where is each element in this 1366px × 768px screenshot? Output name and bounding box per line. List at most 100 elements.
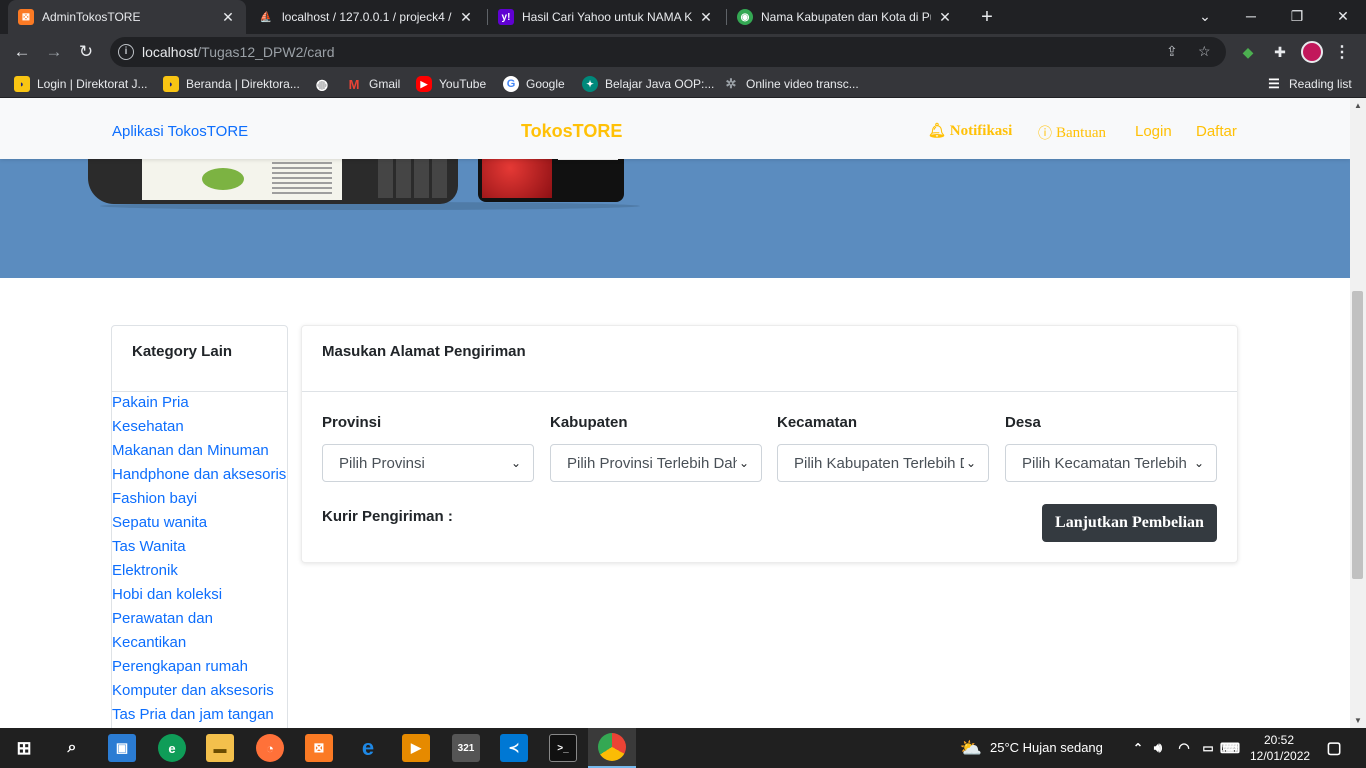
kabupaten-label: Kabupaten [550,414,628,431]
clock-date: 12/01/2022 [1250,749,1311,763]
category-card-title: Kategory Lain [112,326,287,392]
category-link[interactable]: Tas Wanita [112,535,286,559]
new-tab-button[interactable]: + [976,6,998,28]
desa-group: Desa Pilih Kecamatan Terlebih Dahulu ⌄ [1005,414,1217,482]
chevron-down-icon: ⌄ [965,456,977,470]
category-link[interactable]: Komputer dan aksesoris [112,679,286,703]
share-icon[interactable]: ⇪ [1166,43,1178,60]
category-link[interactable]: Makanan dan Minuman [112,439,286,463]
nav-notifikasi[interactable]: 🔔︎ Notifikasi [928,123,1012,140]
reading-list-label: Reading list [1289,77,1352,91]
bookmark-belajar-java[interactable]: ✦ Belajar Java OOP:... [582,76,714,92]
page-scrollbar[interactable]: ▲ ▼ [1350,98,1366,728]
kabupaten-select[interactable]: Pilih Provinsi Terlebih Dahulu ⌄ [550,444,762,482]
category-link[interactable]: Kecantikan [112,631,286,655]
bookmark-beranda-direktorat[interactable]: ◗ Beranda | Direktora... [163,76,300,92]
reload-button[interactable]: ↻ [72,38,100,66]
nav-daftar[interactable]: Daftar [1196,123,1237,140]
speaker-icon[interactable]: 🔊︎ [1144,734,1172,762]
bookmark-login-direktorat[interactable]: ◗ Login | Direktorat J... [14,76,148,92]
desa-select[interactable]: Pilih Kecamatan Terlebih Dahulu ⌄ [1005,444,1217,482]
tab-phpmyadmin[interactable]: ⛵ localhost / 127.0.0.1 / projeck4 / ✕ [248,0,484,34]
close-icon[interactable]: ✕ [220,9,236,26]
tab-title: AdminTokosTORE [42,10,141,24]
firefox-icon[interactable]: ◔ [256,734,284,762]
url-text[interactable]: localhost/Tugas12_DPW2/card [142,44,334,60]
xampp-icon[interactable]: ⊠ [305,734,333,762]
search-icon[interactable]: ⌕ [58,734,86,762]
calendar-app-icon[interactable]: 321 [452,734,480,762]
address-bar[interactable]: i localhost/Tugas12_DPW2/card ⇪ ☆ [110,37,1226,67]
category-link[interactable]: Tas Pria dan jam tangan [112,703,286,727]
kecamatan-select[interactable]: Pilih Kabupaten Terlebih Dahulu ⌄ [777,444,989,482]
restore-button[interactable]: ❐ [1274,0,1320,34]
notification-center-icon[interactable]: ▢ [1320,734,1348,762]
site-info-icon[interactable]: i [118,44,134,60]
category-link[interactable]: Hobi dan koleksi [112,583,286,607]
desa-label: Desa [1005,414,1041,431]
bookmark-label: Google [526,77,565,91]
vscode-icon[interactable]: ≺ [500,734,528,762]
bookmark-globe[interactable]: ◍ [314,76,337,92]
language-icon[interactable]: ⌨ [1216,734,1244,762]
forward-button[interactable]: → [40,38,68,66]
profile-avatar[interactable] [1301,41,1323,63]
category-link[interactable]: Handphone dan aksesoris [112,463,286,487]
close-icon[interactable]: ✕ [698,9,714,26]
bookmark-youtube[interactable]: ▶ YouTube [416,76,486,92]
extensions-puzzle-icon[interactable]: ✚ [1270,42,1290,62]
category-link[interactable]: Pakain Pria [112,391,286,415]
edge-icon[interactable]: e [158,734,186,762]
close-icon[interactable]: ✕ [937,9,953,26]
app-name-link[interactable]: Aplikasi TokosTORE [112,123,248,140]
scroll-down-icon[interactable]: ▼ [1354,716,1362,725]
category-link[interactable]: Fashion bayi [112,487,286,511]
close-icon[interactable]: ✕ [458,9,474,26]
tab-nama-kabupaten[interactable]: ◉ Nama Kabupaten dan Kota di Pul ✕ [727,0,963,34]
category-link[interactable]: Perengkapan rumah [112,655,286,679]
weather-text[interactable]: 25°C Hujan sedang [990,740,1103,755]
tab-title: Nama Kabupaten dan Kota di Pul [761,10,931,24]
brand-logo[interactable]: TokosTORE [521,121,622,142]
scrollbar-thumb[interactable] [1352,291,1363,579]
lanjutkan-pembelian-button[interactable]: Lanjutkan Pembelian [1042,504,1217,542]
shipping-card-title: Masukan Alamat Pengiriman [302,326,1237,392]
provinsi-select[interactable]: Pilih Provinsi ⌄ [322,444,534,482]
weather-icon[interactable]: ⛅ [957,734,985,762]
tab-search-icon[interactable]: ⌄ [1182,0,1228,34]
window-close-button[interactable]: ✕ [1320,0,1366,34]
bookmark-star-icon[interactable]: ☆ [1198,43,1211,60]
bookmark-label: YouTube [439,77,487,91]
category-link[interactable]: Perawatan dan [112,607,286,631]
nav-notifikasi-label: Notifikasi [949,123,1013,139]
bookmark-gmail[interactable]: M Gmail [346,76,401,92]
windows-start-icon[interactable]: ⊞ [10,734,38,762]
store-icon[interactable]: ▣ [108,734,136,762]
tab-yahoo[interactable]: y! Hasil Cari Yahoo untuk NAMA KA ✕ [488,0,724,34]
chrome-menu-icon[interactable]: ⋮ [1334,42,1350,62]
yahoo-icon: y! [498,9,514,25]
reading-list-button[interactable]: ☰ Reading list [1266,76,1352,92]
nav-login[interactable]: Login [1135,123,1172,140]
chrome-taskbar-active[interactable] [588,728,636,768]
bookmark-online-video[interactable]: ✲ Online video transc... [723,76,859,92]
printed-paper [142,156,342,200]
nav-bantuan[interactable]: ⓘ Bantuan [1038,123,1106,143]
internet-explorer-icon[interactable]: e [354,734,382,762]
category-link[interactable]: Sepatu wanita [112,511,286,535]
terminal-icon[interactable]: >_ [549,734,577,762]
java-icon: ✦ [582,76,598,92]
minimize-button[interactable]: ─ [1228,0,1274,34]
scroll-up-icon[interactable]: ▲ [1354,101,1362,110]
system-clock[interactable]: 20:52 12/01/2022 [1250,732,1311,764]
media-player-icon[interactable]: ▶ [402,734,430,762]
extension-icon[interactable]: ◆ [1238,42,1258,62]
phpmyadmin-icon: ⛵ [259,11,273,23]
bookmark-google[interactable]: G Google [503,76,565,92]
back-button[interactable]: ← [8,38,36,66]
category-link[interactable]: Kesehatan [112,415,286,439]
category-link[interactable]: Elektronik [112,559,286,583]
file-explorer-icon[interactable]: ▬ [206,734,234,762]
tab-admintokostore[interactable]: ⊠ AdminTokosTORE ✕ [8,0,246,34]
bookmarks-bar: ◗ Login | Direktorat J... ◗ Beranda | Di… [0,70,1366,98]
